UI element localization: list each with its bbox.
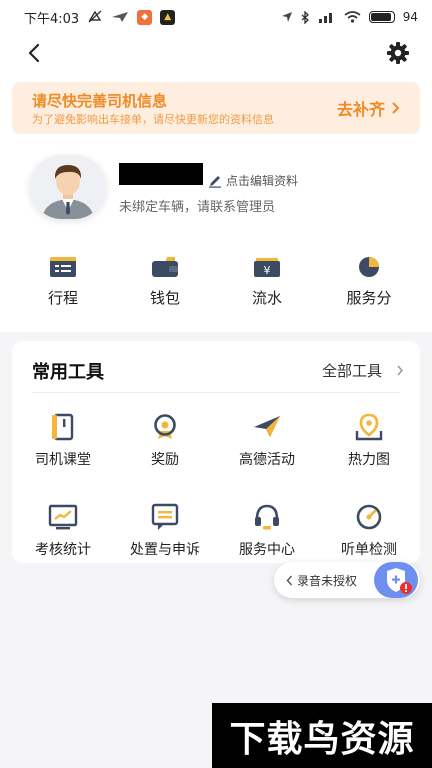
banner-cta[interactable]: 去补齐 — [337, 96, 400, 120]
tool-label: 奖励 — [151, 452, 179, 468]
banner-cta-label: 去补齐 — [336, 100, 385, 119]
battery-level: 94 — [402, 10, 418, 24]
tool-label: 司机课堂 — [35, 452, 91, 468]
quick-action-wallet[interactable]: 钱包 — [114, 255, 216, 315]
quick-action-trip[interactable]: 行程 — [12, 255, 114, 315]
divider — [32, 392, 400, 393]
wifi-icon — [344, 11, 361, 23]
book-icon — [52, 413, 74, 441]
tool-service-center[interactable]: 服务中心 — [216, 503, 318, 559]
edit-profile-link[interactable]: 点击编辑资料 — [208, 172, 298, 189]
svg-text:¥: ¥ — [264, 264, 271, 277]
tool-label: 服务中心 — [239, 542, 295, 558]
trip-icon — [50, 257, 76, 277]
paper-plane-icon — [254, 416, 280, 437]
vehicle-status: 未绑定车辆，请联系管理员 — [119, 200, 276, 215]
tool-amap-activity[interactable]: 高德活动 — [216, 413, 318, 469]
status-bar: 下午4:03 ◆ ▲ 94 — [0, 0, 432, 34]
app-notify-icon-2: ▲ — [160, 9, 176, 25]
banner-title: 请尽快完善司机信息 — [32, 92, 168, 110]
bluetooth-icon — [301, 10, 309, 24]
battery-icon — [368, 11, 395, 23]
tool-label: 听单检测 — [341, 542, 397, 558]
medal-icon — [154, 414, 176, 439]
tool-rewards[interactable]: 奖励 — [114, 413, 216, 469]
location-arrow-icon — [281, 12, 292, 22]
status-time: 下午4:03 — [24, 11, 80, 27]
quick-action-label: 行程 — [47, 289, 78, 307]
quick-action-label: 服务分 — [346, 289, 392, 307]
all-tools-label: 全部工具 — [321, 362, 382, 380]
tools-grid: 司机课堂 奖励 高德活动 热力图 考核统计 处置与申诉 服务中心 听单检测 — [12, 413, 420, 559]
chevron-right-icon — [392, 102, 400, 114]
ledger-icon: ¥ — [254, 258, 280, 277]
recording-shield-button[interactable] — [374, 562, 418, 598]
quick-actions: 行程 钱包 ¥ 流水 服务分 — [12, 255, 420, 315]
location-pin-icon — [355, 413, 383, 441]
all-tools-link[interactable]: 全部工具 — [322, 360, 404, 381]
quick-action-ledger[interactable]: ¥ 流水 — [216, 255, 318, 315]
back-arrow-icon[interactable] — [24, 42, 46, 64]
driver-avatar-icon — [30, 155, 106, 219]
send-icon — [112, 12, 129, 22]
tools-card: 常用工具 全部工具 司机课堂 奖励 高德活动 热力图 考核统计 处置与申诉 服务… — [12, 341, 420, 563]
top-bar — [0, 34, 432, 72]
avatar[interactable] — [30, 155, 106, 219]
edit-profile-label: 点击编辑资料 — [226, 174, 299, 188]
pencil-icon — [209, 175, 221, 188]
tool-label: 处置与申诉 — [130, 542, 200, 558]
gauge-icon — [356, 504, 382, 530]
driver-name-redacted — [119, 163, 203, 185]
pie-chart-icon — [359, 257, 379, 277]
notification-muted-icon — [88, 10, 102, 23]
watermark: 下载鸟资源 — [212, 703, 432, 768]
settings-gear-icon[interactable] — [386, 41, 410, 65]
tool-disposal-appeal[interactable]: 处置与申诉 — [114, 503, 216, 559]
recording-permission-pill[interactable]: 录音未授权 — [274, 562, 420, 598]
tool-order-detection[interactable]: 听单检测 — [318, 503, 420, 559]
chevron-left-icon — [286, 575, 293, 586]
banner-subtitle: 为了避免影响出车接单，请尽快更新您的资料信息 — [32, 113, 274, 126]
complete-info-banner[interactable]: 请尽快完善司机信息 为了避免影响出车接单，请尽快更新您的资料信息 去补齐 — [12, 82, 420, 134]
tool-driver-class[interactable]: 司机课堂 — [12, 413, 114, 469]
signal-icon — [318, 13, 332, 23]
tool-label: 高德活动 — [239, 452, 295, 468]
tool-assessment-stats[interactable]: 考核统计 — [12, 503, 114, 559]
app-notify-icon: ◆ — [137, 9, 153, 25]
message-list-icon — [151, 503, 179, 530]
tool-heatmap[interactable]: 热力图 — [318, 413, 420, 469]
tool-label: 热力图 — [348, 452, 390, 468]
chevron-right-icon — [397, 365, 404, 376]
headset-icon — [255, 504, 279, 530]
wallet-icon — [152, 257, 178, 277]
recording-label: 录音未授权 — [297, 574, 358, 588]
stats-chart-icon — [48, 504, 78, 530]
quick-action-label: 钱包 — [149, 289, 180, 307]
quick-action-label: 流水 — [251, 289, 282, 307]
tool-label: 考核统计 — [35, 542, 91, 558]
shield-alert-icon — [387, 568, 412, 594]
quick-action-service-score[interactable]: 服务分 — [318, 255, 420, 315]
tools-title: 常用工具 — [32, 362, 104, 383]
